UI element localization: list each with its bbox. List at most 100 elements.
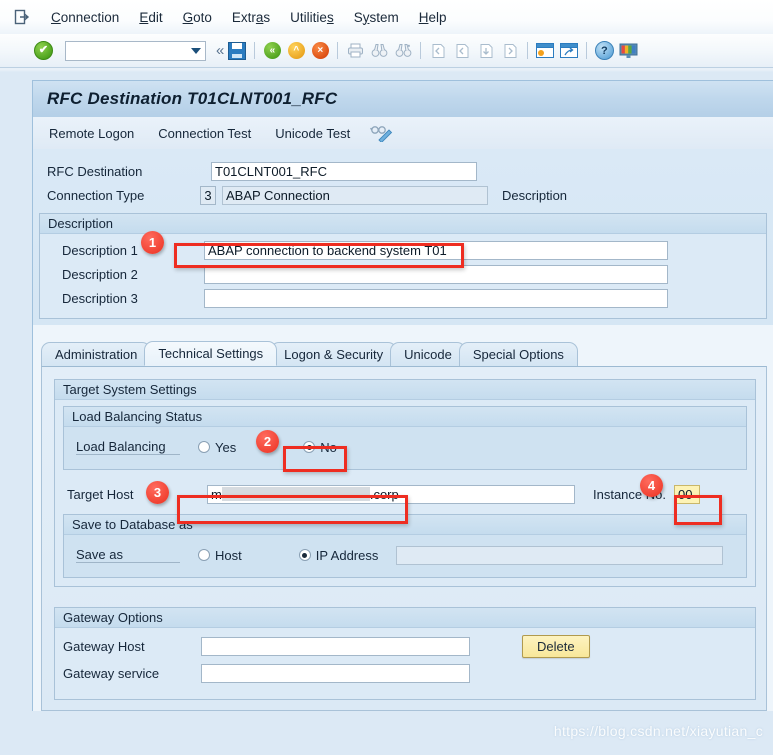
menu-item-goto-label: oto bbox=[193, 9, 212, 25]
save-as-host-radio[interactable]: Host bbox=[198, 548, 242, 563]
toolbar-separator bbox=[586, 42, 588, 59]
description-column-label: Description bbox=[502, 187, 568, 203]
radio-circle bbox=[298, 549, 311, 561]
menu-item-connection-label: onnection bbox=[60, 9, 120, 25]
description-1-label: Description 1 bbox=[62, 242, 138, 258]
save-as-ip-field bbox=[396, 545, 724, 565]
application-toolbar: Remote Logon Connection Test Unicode Tes… bbox=[32, 117, 773, 149]
callout-badge-2: 2 bbox=[256, 430, 279, 453]
page-title: RFC Destination T01CLNT001_RFC bbox=[47, 89, 338, 108]
yellow-up-arrow-icon[interactable]: ^ bbox=[286, 41, 306, 61]
menu-item-extras[interactable]: Extras bbox=[222, 8, 280, 27]
caret-down-icon[interactable] bbox=[191, 47, 201, 54]
save-as-row: Save as Host IP Address bbox=[76, 543, 746, 567]
create-shortcut-icon[interactable] bbox=[559, 41, 579, 61]
connection-test-button[interactable]: Connection Test bbox=[150, 123, 259, 144]
first-page-icon[interactable] bbox=[428, 41, 448, 61]
rfc-destination-field[interactable]: T01CLNT001_RFC bbox=[211, 161, 477, 181]
technical-settings-page: Target System Settings Load Balancing St… bbox=[41, 366, 767, 711]
tab-technical-settings[interactable]: Technical Settings bbox=[144, 341, 278, 366]
save-as-host-label: Host bbox=[215, 547, 242, 563]
menu-accel: G bbox=[182, 9, 194, 25]
target-host-label: Target Host bbox=[67, 486, 134, 502]
toolbar-separator bbox=[254, 42, 256, 59]
callout-badge-1: 1 bbox=[141, 231, 164, 254]
menu-accel: E bbox=[139, 9, 149, 25]
unicode-test-button[interactable]: Unicode Test bbox=[267, 123, 358, 144]
description-3-label: Description 3 bbox=[62, 290, 138, 306]
orange-cancel-icon[interactable]: × bbox=[310, 41, 330, 61]
connection-type-code-field[interactable]: 3 bbox=[200, 185, 216, 205]
gateway-service-field[interactable] bbox=[201, 663, 470, 683]
menu-item-goto[interactable]: Goto bbox=[173, 8, 222, 27]
description-1-row: Description 1 ABAP connection to backend… bbox=[62, 238, 766, 262]
binoculars-plus-icon[interactable] bbox=[393, 41, 413, 61]
radio-circle bbox=[198, 549, 210, 561]
radio-circle bbox=[303, 441, 316, 453]
tab-unicode[interactable]: Unicode bbox=[390, 342, 466, 366]
command-field[interactable] bbox=[65, 40, 206, 61]
description-group: Description Description 1 ABAP connectio… bbox=[39, 213, 767, 319]
gateway-options-group: Gateway Options Gateway Host Delete Gate… bbox=[54, 607, 756, 700]
enter-icon[interactable]: ✔ bbox=[34, 41, 53, 60]
save-disk-icon[interactable] bbox=[227, 41, 247, 61]
green-back-arrow-icon[interactable]: « bbox=[262, 41, 282, 61]
tab-special-options[interactable]: Special Options bbox=[458, 342, 578, 366]
printer-icon[interactable] bbox=[345, 41, 365, 61]
menu-item-system[interactable]: System bbox=[344, 8, 409, 27]
next-page-icon[interactable] bbox=[476, 41, 496, 61]
glasses-pen-icon[interactable] bbox=[370, 124, 394, 144]
save-to-database-title: Save to Database as bbox=[64, 515, 746, 535]
tab-administration[interactable]: Administration bbox=[41, 342, 152, 366]
description-2-field[interactable] bbox=[204, 264, 668, 284]
previous-page-icon[interactable] bbox=[452, 41, 472, 61]
remote-logon-button[interactable]: Remote Logon bbox=[41, 123, 142, 144]
connection-type-row: Connection Type 3 ABAP Connection Descri… bbox=[47, 183, 773, 207]
tab-container: Administration Technical Settings Logon … bbox=[32, 341, 773, 711]
toolbar-separator bbox=[527, 42, 529, 59]
toolbar-separator bbox=[337, 42, 339, 59]
description-3-field[interactable] bbox=[204, 288, 668, 308]
last-page-icon[interactable] bbox=[500, 41, 520, 61]
help-question-icon[interactable]: ? bbox=[594, 41, 614, 61]
gateway-host-row: Gateway Host Delete bbox=[63, 634, 755, 658]
load-balancing-label: Load Balancing bbox=[76, 439, 180, 455]
save-as-ip-label: IP Address bbox=[315, 547, 379, 563]
menu-item-edit-label: dit bbox=[148, 9, 163, 25]
menu-item-help[interactable]: Help bbox=[409, 8, 457, 27]
save-to-database-group: Save to Database as Save as Host IP Addr… bbox=[63, 514, 747, 578]
connection-type-text-field: ABAP Connection bbox=[222, 185, 488, 205]
create-session-icon[interactable] bbox=[535, 41, 555, 61]
callout-badge-3: 3 bbox=[146, 481, 169, 504]
menu-item-edit[interactable]: Edit bbox=[129, 8, 172, 27]
description-2-row: Description 2 bbox=[62, 262, 766, 286]
gateway-host-label: Gateway Host bbox=[63, 638, 145, 654]
binoculars-icon[interactable] bbox=[369, 41, 389, 61]
tab-strip: Administration Technical Settings Logon … bbox=[41, 341, 773, 366]
target-host-prefix: m bbox=[211, 486, 222, 502]
menu-item-utilities[interactable]: Utilities bbox=[280, 8, 344, 27]
rfc-destination-row: RFC Destination T01CLNT001_RFC bbox=[47, 159, 773, 183]
toolbar-separator bbox=[420, 42, 422, 59]
menu-item-connection[interactable]: Connection bbox=[41, 8, 129, 27]
load-balancing-row: Load Balancing Yes No bbox=[76, 435, 746, 459]
instance-no-field[interactable]: 00 bbox=[674, 484, 700, 504]
description-1-field[interactable]: ABAP connection to backend system T01 bbox=[204, 240, 668, 260]
target-host-suffix: .corp bbox=[369, 486, 399, 502]
exit-door-icon[interactable] bbox=[14, 9, 31, 25]
double-chevron-left-icon[interactable]: « bbox=[216, 42, 224, 59]
target-system-settings-title: Target System Settings bbox=[55, 380, 755, 400]
radio-circle bbox=[198, 441, 210, 453]
menu-bar: Connection Edit Goto Extras Utilities Sy… bbox=[0, 0, 773, 35]
screen-titlebar: RFC Destination T01CLNT001_RFC bbox=[32, 80, 773, 117]
load-balancing-yes-radio[interactable]: Yes bbox=[198, 440, 236, 455]
tab-logon-security[interactable]: Logon & Security bbox=[270, 342, 398, 366]
load-balancing-no-radio[interactable]: No bbox=[303, 440, 337, 455]
gateway-host-field[interactable] bbox=[201, 636, 470, 656]
target-host-field[interactable]: m .corp bbox=[207, 484, 575, 504]
customize-local-layout-icon[interactable] bbox=[618, 41, 638, 61]
load-balancing-yes-label: Yes bbox=[215, 439, 237, 455]
menu-accel: C bbox=[51, 9, 61, 25]
save-as-ip-radio[interactable]: IP Address bbox=[298, 547, 379, 563]
delete-button[interactable]: Delete bbox=[522, 634, 590, 658]
